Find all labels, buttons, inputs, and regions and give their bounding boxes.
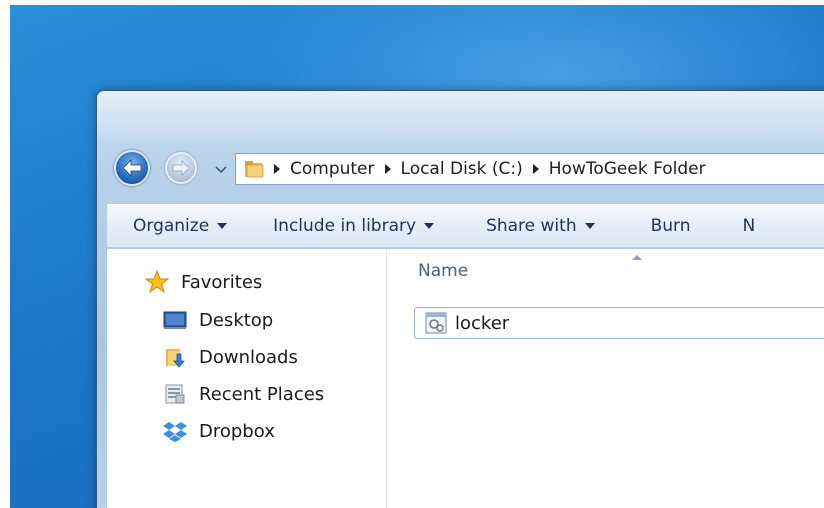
- caret-down-icon: [424, 223, 435, 229]
- file-item-locker[interactable]: locker: [414, 307, 824, 339]
- arrow-left-icon: [122, 159, 142, 177]
- desktop-label: Desktop: [199, 309, 274, 331]
- downloads-label: Downloads: [199, 346, 298, 368]
- burn-button[interactable]: Burn: [617, 205, 713, 247]
- command-toolbar: Organize Include in library Share with B…: [107, 204, 824, 248]
- column-header-name[interactable]: Name: [418, 261, 468, 281]
- nav-recent-places[interactable]: Recent Places: [163, 383, 324, 405]
- share-with-label: Share with: [486, 216, 577, 236]
- navigation-pane: Favorites Desktop Downloads Recent Place…: [107, 249, 387, 508]
- favorites-label: Favorites: [181, 271, 263, 293]
- nav-favorites[interactable]: Favorites: [145, 270, 263, 294]
- breadcrumb-arrow-icon: [384, 164, 391, 174]
- address-bar[interactable]: Computer Local Disk (C:) HowToGeek Folde…: [235, 153, 824, 185]
- include-in-library-button[interactable]: Include in library: [249, 205, 456, 247]
- nav-desktop[interactable]: Desktop: [163, 309, 273, 331]
- desktop-icon: [163, 309, 187, 331]
- breadcrumb-computer[interactable]: Computer: [264, 154, 375, 184]
- content-area: Favorites Desktop Downloads Recent Place…: [107, 249, 824, 508]
- burn-label: Burn: [650, 216, 691, 236]
- nav-dropbox[interactable]: Dropbox: [163, 420, 275, 442]
- batch-file-icon: [425, 312, 447, 334]
- file-list-pane: Name locker: [388, 249, 824, 508]
- arrow-right-icon: [172, 160, 190, 176]
- dropbox-label: Dropbox: [199, 420, 275, 442]
- breadcrumb-howtogeek-folder[interactable]: HowToGeek Folder: [523, 154, 706, 184]
- chevron-down-icon: [215, 166, 227, 174]
- back-button[interactable]: [114, 150, 150, 186]
- recent-places-icon: [163, 383, 187, 405]
- breadcrumb-label: Computer: [290, 159, 375, 179]
- new-folder-button[interactable]: N: [713, 205, 778, 247]
- recent-places-label: Recent Places: [199, 383, 325, 405]
- folder-icon: [245, 161, 264, 178]
- nav-downloads[interactable]: Downloads: [163, 346, 298, 368]
- organize-label: Organize: [133, 216, 210, 236]
- star-icon: [145, 270, 169, 294]
- dropbox-icon: [163, 420, 187, 442]
- organize-button[interactable]: Organize: [107, 205, 249, 247]
- caret-down-icon: [584, 223, 595, 229]
- new-folder-label: N: [742, 216, 756, 236]
- file-name: locker: [455, 312, 510, 334]
- forward-button[interactable]: [165, 152, 197, 184]
- include-in-library-label: Include in library: [273, 216, 417, 236]
- explorer-window: Computer Local Disk (C:) HowToGeek Folde…: [96, 90, 824, 508]
- breadcrumb-local-disk[interactable]: Local Disk (C:): [375, 154, 523, 184]
- breadcrumb-arrow-icon: [532, 164, 539, 174]
- recent-pages-button[interactable]: [214, 165, 228, 175]
- breadcrumb-label: HowToGeek Folder: [548, 159, 706, 179]
- sort-ascending-icon: [632, 255, 642, 260]
- downloads-folder-icon: [163, 346, 187, 368]
- breadcrumb-label: Local Disk (C:): [400, 159, 523, 179]
- caret-down-icon: [217, 223, 228, 229]
- share-with-button[interactable]: Share with: [456, 205, 617, 247]
- breadcrumb-arrow-icon: [274, 164, 280, 174]
